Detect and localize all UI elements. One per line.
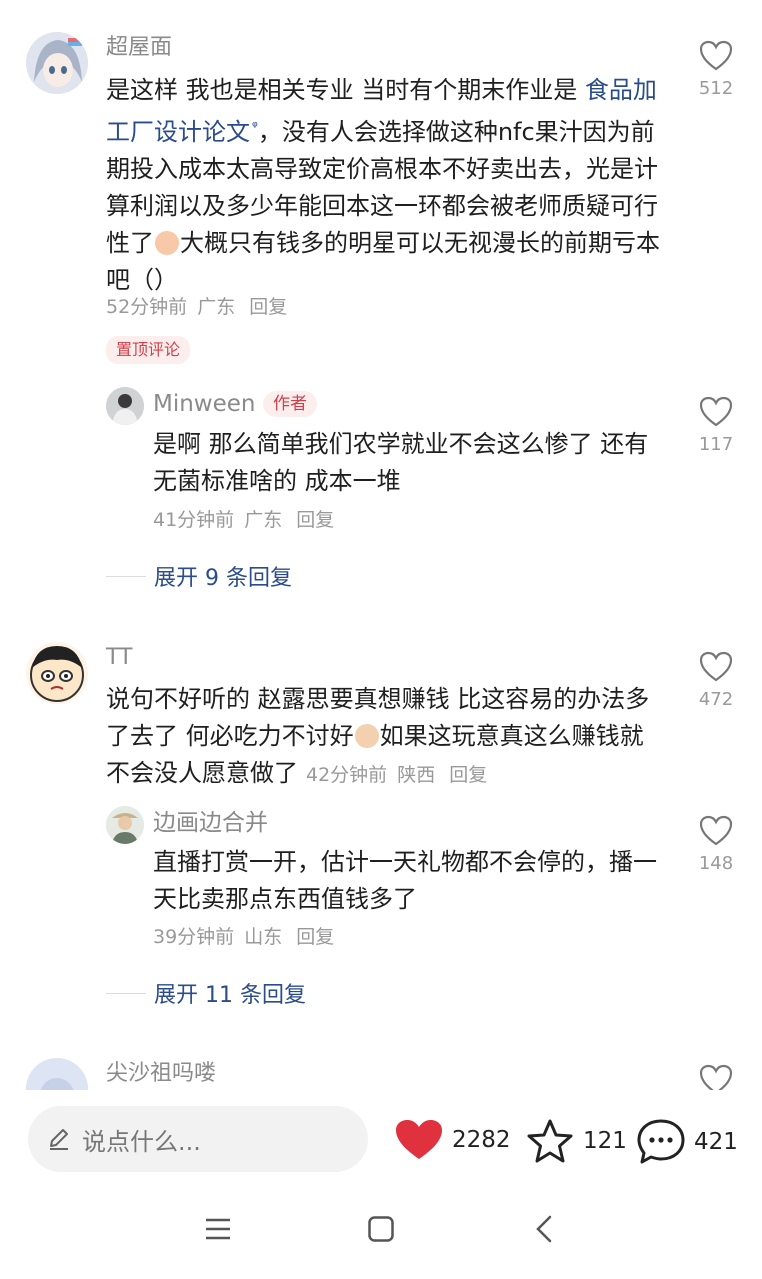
reply-button[interactable]: 回复 [249,296,287,318]
person-avatar-image [106,387,144,425]
reply-location: 广东 [244,509,283,531]
expand-replies-label: 展开 11 条回复 [154,983,306,1008]
recent-apps-button[interactable] [204,1215,232,1247]
comment-time: 52分钟前 [106,296,188,318]
bottom-action-bar: 说点什么... 2282 121 421 [0,1090,762,1190]
like-button[interactable]: 472 [686,651,746,711]
expand-replies-label: 展开 9 条回复 [154,566,292,591]
like-count: 472 [698,689,734,710]
back-button[interactable] [532,1215,556,1247]
reply-meta: 39分钟前 山东 回复 [153,924,344,950]
favorite-button[interactable]: 121 [525,1118,627,1164]
pinned-badge: 置顶评论 [106,336,191,364]
comment-username[interactable]: TT [106,644,133,672]
comment-input[interactable]: 说点什么... [28,1106,368,1172]
author-badge: 作者 [263,391,317,417]
comment-time: 42分钟前 [306,764,388,786]
expand-replies-button[interactable]: 展开 9 条回复 [106,561,292,591]
cartoon-face-avatar-image [30,646,84,702]
heart-outline-icon [699,651,733,682]
reply-button[interactable]: 回复 [296,509,334,531]
reply-button[interactable]: 回复 [296,926,334,948]
comment-username[interactable]: 尖沙祖吗喽 [106,1060,216,1088]
reply-text: 是啊 那么简单我们农学就业不会这么惨了 还有无菌标准啥的 成本一堆 [153,430,649,495]
comments-button[interactable]: 421 [636,1118,738,1166]
reply-time: 39分钟前 [153,926,235,948]
comment-meta: 42分钟前 陕西 回复 [306,764,497,786]
favorite-count: 121 [583,1128,627,1154]
back-chevron-icon [536,1215,552,1243]
anime-avatar-image [26,32,88,94]
divider [106,575,146,577]
like-post-button[interactable]: 2282 [394,1118,511,1162]
like-button[interactable]: 148 [686,815,746,875]
reply-username[interactable]: 边画边合并 [153,809,268,837]
reply-time: 41分钟前 [153,509,235,531]
comment-text: 是这样 我也是相关专业 当时有个期末作业是 食品加工厂设计论文 ᵠ，没有人会选择做… [106,76,660,294]
like-button[interactable]: 117 [686,396,746,456]
home-square-icon [368,1216,394,1242]
poop-emoji-icon [354,724,379,748]
like-button[interactable]: 512 [686,40,746,100]
pencil-icon [50,1129,68,1150]
divider [106,992,146,994]
reply-meta: 41分钟前 广东 回复 [153,507,344,533]
reply-button[interactable]: 回复 [449,764,487,786]
reply-username[interactable]: Minween [153,390,256,418]
like-count: 117 [698,434,734,455]
star-icon [527,1119,573,1163]
comment-count: 421 [694,1129,738,1155]
heart-outline-icon [699,396,733,427]
expand-replies-button[interactable]: 展开 11 条回复 [106,978,306,1008]
person-avatar-image [106,806,144,844]
heart-outline-icon [699,40,733,71]
comment-location: 陕西 [397,764,436,786]
avatar[interactable] [26,642,88,704]
like-count: 512 [698,78,734,99]
avatar[interactable] [106,806,144,844]
avatar[interactable] [26,32,88,94]
comment-text: 说句不好听的 赵露思要真想赚钱 比这容易的办法多了去了 何必吃力不讨好 如果这玩意… [106,685,650,787]
like-count: 148 [698,853,734,874]
crying-emoji-icon [155,231,179,255]
post-like-count: 2282 [452,1127,511,1153]
comment-username[interactable]: 超屋面 [106,34,172,62]
home-button[interactable] [367,1215,395,1247]
reply-location: 山东 [244,926,283,948]
comment-bubble-icon [637,1119,685,1164]
comment-meta: 52分钟前 广东 回复 [106,294,297,320]
heart-filled-icon [396,1120,442,1159]
heart-outline-icon [699,815,733,846]
comment-input-placeholder: 说点什么... [82,1127,201,1156]
reply-text: 直播打赏一开，估计一天礼物都不会停的，播一天比卖那点东西值钱多了 [153,848,657,913]
menu-lines-icon [206,1218,230,1240]
avatar[interactable] [106,387,144,425]
comment-location: 广东 [197,296,236,318]
system-navigation-bar [0,1190,762,1279]
